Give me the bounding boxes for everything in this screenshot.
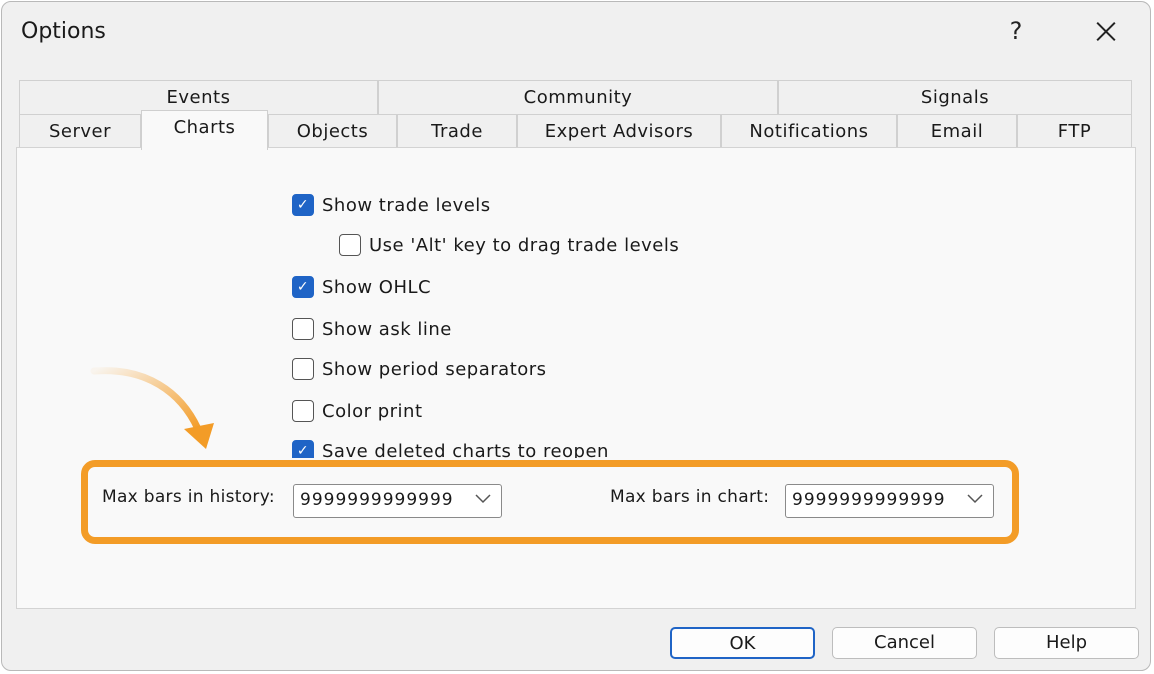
chevron-down-icon xyxy=(967,494,983,504)
ok-button[interactable]: OK xyxy=(670,627,815,659)
show-trade-levels-option[interactable]: ✓ Show trade levels xyxy=(292,192,491,218)
checkbox-show-ohlc[interactable]: ✓ xyxy=(292,276,314,298)
checkbox-label: Show trade levels xyxy=(322,194,491,216)
show-period-separators-option[interactable]: Show period separators xyxy=(292,356,547,382)
checkbox-color-print[interactable] xyxy=(292,400,314,422)
tab-trade[interactable]: Trade xyxy=(397,114,517,148)
tab-objects[interactable]: Objects xyxy=(268,114,397,148)
checkbox-label: Color print xyxy=(322,400,423,422)
help-button[interactable]: Help xyxy=(994,627,1139,659)
show-ask-line-option[interactable]: Show ask line xyxy=(292,316,452,342)
tab-community[interactable]: Community xyxy=(378,80,778,114)
checkmark-icon: ✓ xyxy=(296,443,310,458)
tab-server[interactable]: Server xyxy=(19,114,141,148)
max-bars-chart-value: 9999999999999 xyxy=(792,490,946,510)
tab-events[interactable]: Events xyxy=(19,80,378,114)
alt-drag-trade-levels-option[interactable]: Use 'Alt' key to drag trade levels xyxy=(339,232,679,258)
max-bars-history-label: Max bars in history: xyxy=(102,487,275,507)
checkbox-alt-drag[interactable] xyxy=(339,234,361,256)
max-bars-history-combo[interactable]: 9999999999999 xyxy=(293,484,502,518)
max-bars-chart-label: Max bars in chart: xyxy=(610,487,770,507)
checkbox-label: Show OHLC xyxy=(322,276,432,298)
tab-email[interactable]: Email xyxy=(897,114,1017,148)
options-dialog: Options ? Events Community Signals Serve… xyxy=(1,1,1151,671)
close-icon xyxy=(1096,21,1116,41)
max-bars-highlight-box: Max bars in history: 9999999999999 Max b… xyxy=(81,460,1019,544)
dialog-title: Options xyxy=(21,19,106,44)
checkbox-save-deleted-charts[interactable]: ✓ xyxy=(292,440,314,458)
tab-charts[interactable]: Charts xyxy=(141,110,268,150)
tab-expert-advisors[interactable]: Expert Advisors xyxy=(517,114,721,148)
checkbox-label: Use 'Alt' key to drag trade levels xyxy=(369,234,680,256)
checkbox-show-trade-levels[interactable]: ✓ xyxy=(292,194,314,216)
checkbox-label: Show ask line xyxy=(322,318,452,340)
tab-notifications[interactable]: Notifications xyxy=(721,114,897,148)
help-title-button[interactable]: ? xyxy=(996,16,1036,46)
cancel-button[interactable]: Cancel xyxy=(832,627,977,659)
checkmark-icon: ✓ xyxy=(296,197,310,213)
max-bars-history-value: 9999999999999 xyxy=(300,490,454,510)
clipped-row: ✓ Save deleted charts to reopen xyxy=(290,438,690,458)
checkbox-label: Save deleted charts to reopen xyxy=(322,440,609,459)
tab-ftp[interactable]: FTP xyxy=(1017,114,1132,148)
save-deleted-charts-option[interactable]: ✓ Save deleted charts to reopen xyxy=(292,438,609,458)
checkbox-label: Show period separators xyxy=(322,358,547,380)
max-bars-chart-combo[interactable]: 9999999999999 xyxy=(785,484,994,518)
tab-signals[interactable]: Signals xyxy=(778,80,1132,114)
chevron-down-icon xyxy=(475,494,491,504)
annotation-arrow-icon xyxy=(90,367,214,449)
checkmark-icon: ✓ xyxy=(296,279,310,295)
checkbox-show-period-separators[interactable] xyxy=(292,358,314,380)
show-ohlc-option[interactable]: ✓ Show OHLC xyxy=(292,274,431,300)
color-print-option[interactable]: Color print xyxy=(292,398,423,424)
checkbox-show-ask-line[interactable] xyxy=(292,318,314,340)
